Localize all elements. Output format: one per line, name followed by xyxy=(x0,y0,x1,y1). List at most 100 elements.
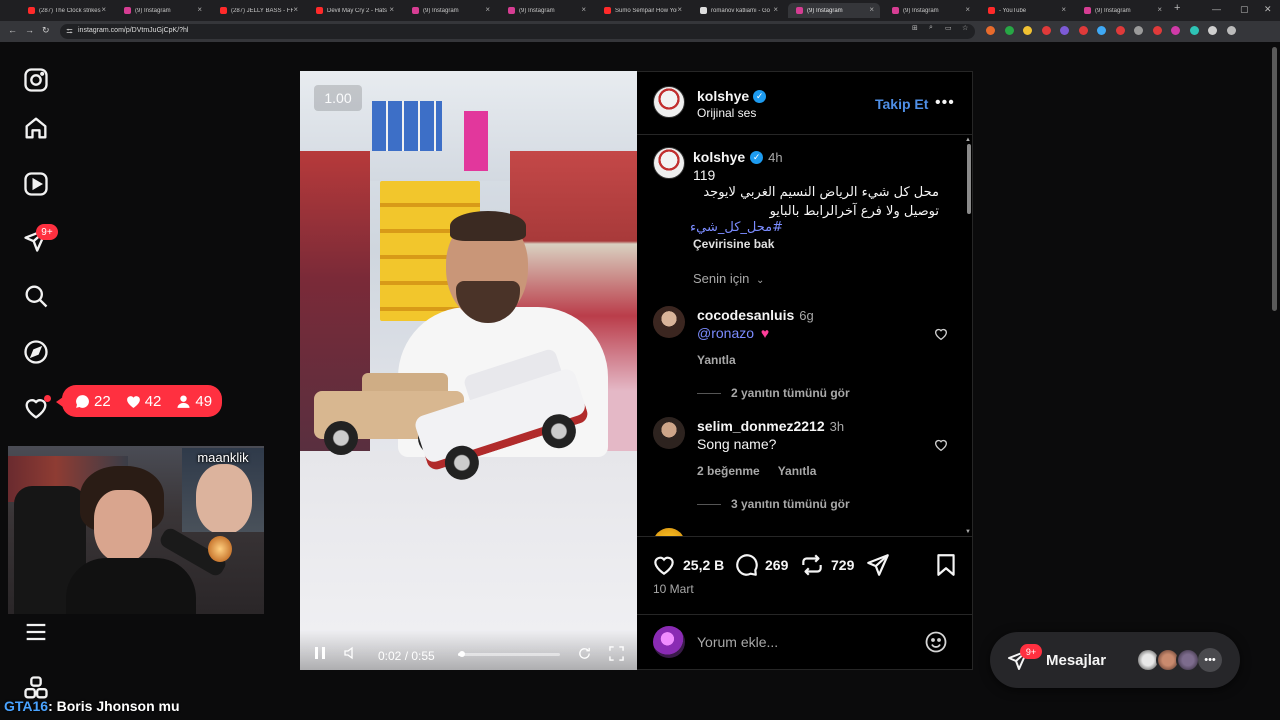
share-action[interactable] xyxy=(865,552,891,578)
scroll-up-arrow-icon[interactable]: ▲ xyxy=(965,137,971,143)
extension-icon[interactable] xyxy=(1152,26,1162,35)
extension-icon[interactable] xyxy=(1060,26,1069,35)
comment-username[interactable]: selim_donmez2212 xyxy=(697,418,825,434)
close-tab-icon[interactable]: × xyxy=(293,5,298,14)
browser-tab[interactable]: (287) JELLY BASS - FRE × xyxy=(212,3,304,18)
extension-icon[interactable] xyxy=(1004,26,1014,35)
browser-tab[interactable]: - YouTube × xyxy=(980,3,1072,18)
zoom-icon[interactable]: ⌕ xyxy=(929,24,933,32)
save-action[interactable] xyxy=(933,552,959,578)
close-tab-icon[interactable]: × xyxy=(389,5,394,14)
comments-scroll-area[interactable]: kolshye ✓ 4h 119 محل كل شيء الرياض النسي… xyxy=(637,136,972,536)
new-tab-button[interactable]: + xyxy=(1174,2,1180,14)
search-icon[interactable] xyxy=(22,282,50,310)
extension-icon[interactable] xyxy=(1041,26,1051,35)
emoji-icon[interactable] xyxy=(924,630,948,654)
more-options-icon[interactable]: ••• xyxy=(935,94,955,112)
close-tab-icon[interactable]: × xyxy=(677,5,682,14)
video-progress-track[interactable] xyxy=(458,653,560,656)
close-tab-icon[interactable]: × xyxy=(197,5,202,14)
comment-username[interactable]: cocodesanluis xyxy=(697,307,794,323)
bookmark-star-icon[interactable]: ☆ xyxy=(962,24,968,32)
heart-icon[interactable] xyxy=(651,552,677,578)
page-scrollbar[interactable] xyxy=(1272,47,1277,311)
extension-icon[interactable] xyxy=(1078,26,1088,35)
activity-popup[interactable]: 22 42 49 xyxy=(56,385,222,417)
reply-button[interactable]: Yanıtla xyxy=(697,353,736,367)
share-icon[interactable] xyxy=(865,552,891,578)
comment-avatar[interactable] xyxy=(653,417,685,449)
browser-tab[interactable]: Sumo Sempai! How You × xyxy=(596,3,688,18)
messages-dock[interactable]: 9+ Mesajlar ••• xyxy=(990,632,1240,688)
browser-tab[interactable]: Devil May Cry 2 - Hats × xyxy=(308,3,400,18)
browser-tab[interactable]: romanov katliamı - Go × xyxy=(692,3,784,18)
translate-icon[interactable]: ⊞ xyxy=(912,24,918,32)
close-tab-icon[interactable]: × xyxy=(581,5,586,14)
home-icon[interactable] xyxy=(22,114,50,142)
repost-action[interactable]: 729 xyxy=(799,552,854,578)
bookmark-icon[interactable] xyxy=(933,552,959,578)
extension-icon[interactable] xyxy=(1208,26,1217,35)
pause-icon[interactable] xyxy=(313,646,327,660)
explore-compass-icon[interactable] xyxy=(22,338,50,366)
extension-icon[interactable] xyxy=(1171,26,1180,35)
comments-scrollbar[interactable] xyxy=(967,144,971,214)
reply-button[interactable]: Yanıtla xyxy=(778,464,817,478)
author-username[interactable]: kolshye xyxy=(697,88,749,104)
browser-tab[interactable]: (9) Instagram × xyxy=(884,3,976,18)
browser-tab[interactable]: (9) Instagram × xyxy=(788,3,880,18)
extension-icon[interactable] xyxy=(1134,26,1143,35)
more-menu-icon[interactable] xyxy=(22,618,50,646)
extension-icon[interactable] xyxy=(1226,26,1236,35)
comment-mention[interactable]: @ronazo xyxy=(697,325,754,341)
comment-action[interactable]: 269 xyxy=(733,552,788,578)
caption-author-avatar[interactable] xyxy=(653,147,685,179)
scroll-down-arrow-icon[interactable]: ▼ xyxy=(965,529,971,535)
extension-icon[interactable] xyxy=(1023,26,1032,35)
close-tab-icon[interactable]: × xyxy=(1061,5,1066,14)
volume-icon[interactable] xyxy=(344,646,358,660)
author-header-name[interactable]: kolshye ✓ xyxy=(697,88,767,104)
extension-icon[interactable] xyxy=(986,26,995,35)
extension-icon[interactable] xyxy=(1097,26,1106,35)
caption-username[interactable]: kolshye xyxy=(693,149,745,165)
video-progress-handle[interactable] xyxy=(459,651,466,657)
view-replies-button[interactable]: 2 yanıtın tümünü gör xyxy=(697,386,850,400)
playback-speed-button[interactable]: 1.00 xyxy=(314,85,362,111)
browser-tab[interactable]: (9) Instagram × xyxy=(1076,3,1168,18)
browser-tab[interactable]: (287) The Clock strikes × xyxy=(20,3,112,18)
cast-icon[interactable]: ▭ xyxy=(945,24,952,32)
close-tab-icon[interactable]: × xyxy=(773,5,778,14)
extension-icon[interactable] xyxy=(1115,26,1125,35)
close-tab-icon[interactable]: × xyxy=(101,5,106,14)
close-window-button[interactable]: ✕ xyxy=(1264,4,1272,15)
comment-icon[interactable] xyxy=(733,552,759,578)
address-bar[interactable]: instagram.com/p/DVtmJuGjCpK/?hl xyxy=(60,24,975,39)
reels-icon[interactable] xyxy=(22,170,50,198)
browser-tab[interactable]: (9) Instagram × xyxy=(500,3,592,18)
maximize-button[interactable]: ▢ xyxy=(1240,4,1249,15)
browser-tab[interactable]: (9) Instagram × xyxy=(404,3,496,18)
close-tab-icon[interactable]: × xyxy=(965,5,970,14)
minimize-button[interactable]: — xyxy=(1212,4,1221,14)
repost-icon[interactable] xyxy=(799,552,825,578)
follow-button[interactable]: Takip Et xyxy=(875,96,928,112)
author-avatar[interactable] xyxy=(653,86,685,118)
close-tab-icon[interactable]: × xyxy=(1157,5,1162,14)
instagram-logo-icon[interactable] xyxy=(22,66,50,94)
see-translation-link[interactable]: Çevirisine bak xyxy=(693,237,774,251)
close-tab-icon[interactable]: × xyxy=(869,5,874,14)
like-action[interactable]: 25,2 B xyxy=(651,552,724,578)
audio-label[interactable]: Orijinal ses xyxy=(697,106,756,120)
sort-dropdown[interactable]: Senin için ⌄ xyxy=(693,271,764,286)
like-comment-icon[interactable] xyxy=(933,326,949,342)
comment-likes[interactable]: 2 beğenme xyxy=(697,464,760,478)
post-video[interactable]: 1.00 0:02 / 0:55 xyxy=(300,71,637,670)
reload-button[interactable]: ↻ xyxy=(42,25,50,36)
site-info-icon[interactable] xyxy=(66,27,73,35)
view-replies-button[interactable]: 3 yanıtın tümünü gör xyxy=(697,497,850,511)
browser-tab[interactable]: (9) Instagram × xyxy=(116,3,208,18)
fullscreen-icon[interactable] xyxy=(609,646,624,661)
like-count-label[interactable]: 25,2 B xyxy=(683,557,724,573)
back-button[interactable]: ← xyxy=(8,25,17,35)
